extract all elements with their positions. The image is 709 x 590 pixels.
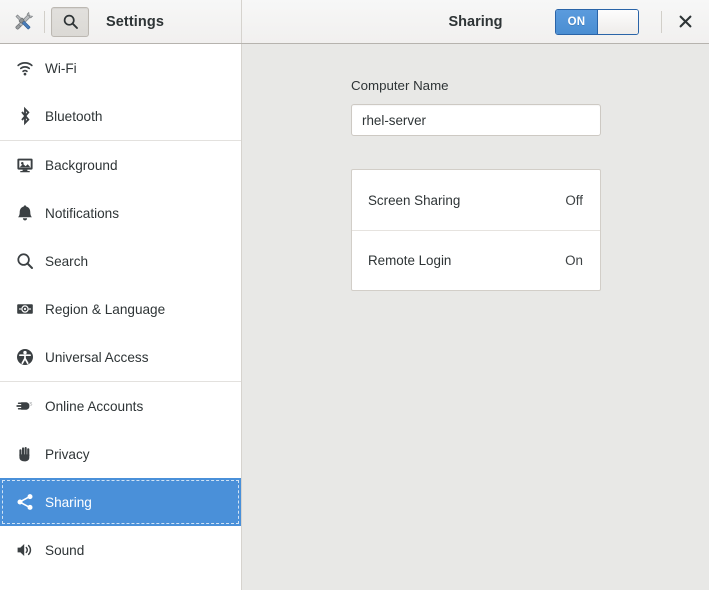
sidebar-item-label: Privacy: [45, 446, 90, 462]
svg-text:s: s: [29, 401, 32, 407]
sidebar-item-label: Online Accounts: [45, 398, 144, 414]
computer-name-value: rhel-server: [362, 112, 426, 128]
sidebar-item-label: Sharing: [45, 494, 92, 510]
sidebar-item-wifi[interactable]: Wi-Fi: [0, 44, 241, 92]
hand-icon: [14, 443, 36, 465]
row-title: Remote Login: [368, 253, 452, 268]
settings-sidebar: Wi-Fi Bluetooth Background Notifications…: [0, 44, 242, 590]
sidebar-item-label: Region & Language: [45, 301, 166, 317]
sharing-master-toggle[interactable]: ON: [555, 9, 639, 35]
accessibility-person-icon: [14, 346, 36, 368]
sidebar-item-label: Wi-Fi: [45, 60, 77, 76]
window-body: Wi-Fi Bluetooth Background Notifications…: [0, 44, 709, 590]
row-status-value: Off: [565, 192, 583, 208]
list-item-screen-sharing[interactable]: Screen Sharing Off: [352, 170, 600, 230]
bluetooth-icon: [14, 105, 36, 127]
row-title: Screen Sharing: [368, 192, 461, 208]
wifi-icon: [14, 57, 36, 79]
header-bar: Settings Sharing ON: [0, 0, 709, 44]
share-nodes-icon: [14, 491, 36, 513]
sidebar-item-privacy[interactable]: Privacy: [0, 430, 241, 478]
tools-icon: [7, 6, 39, 38]
bell-icon: [14, 202, 36, 224]
toggle-knob[interactable]: [597, 10, 638, 34]
sidebar-item-search[interactable]: Search: [0, 237, 241, 285]
header-separator: [44, 10, 45, 33]
app-title: Settings: [106, 13, 164, 30]
sidebar-item-label: Bluetooth: [45, 108, 103, 124]
sidebar-item-label: Universal Access: [45, 349, 149, 365]
sidebar-item-notifications[interactable]: Notifications: [0, 189, 241, 237]
row-status-value: On: [565, 253, 583, 268]
sharing-panel-content: Computer Name rhel-server Screen Sharing…: [242, 44, 709, 590]
sidebar-item-label: Notifications: [45, 205, 120, 221]
sidebar-item-label: Background: [45, 157, 118, 173]
sidebar-item-label: Sound: [45, 542, 85, 558]
close-icon: [679, 15, 692, 28]
search-icon: [63, 14, 78, 29]
settings-window: Settings Sharing ON Wi-Fi Bluetooth Back…: [0, 0, 709, 590]
close-button[interactable]: [662, 0, 709, 43]
sidebar-item-sharing[interactable]: Sharing: [0, 478, 241, 526]
sidebar-item-background[interactable]: Background: [0, 141, 241, 189]
search-icon: [14, 250, 36, 272]
list-item-remote-login[interactable]: Remote Login On: [352, 230, 600, 290]
speaker-icon: [14, 539, 36, 561]
header-right-section: Sharing ON: [242, 0, 709, 43]
sharing-services-list: Screen Sharing Off Remote Login On: [351, 169, 601, 291]
background-monitor-icon: [14, 154, 36, 176]
search-toggle-button[interactable]: [51, 6, 89, 37]
sidebar-item-sound[interactable]: Sound: [0, 526, 241, 574]
sidebar-item-label: Search: [45, 253, 89, 269]
toggle-on-label: ON: [556, 10, 597, 34]
flag-icon: [14, 298, 36, 320]
computer-name-input[interactable]: rhel-server: [351, 104, 601, 136]
header-left-section: Settings: [0, 0, 242, 43]
sidebar-item-universal-access[interactable]: Universal Access: [0, 333, 241, 381]
sidebar-item-region-language[interactable]: Region & Language: [0, 285, 241, 333]
plug-icon: s: [14, 395, 36, 417]
sidebar-item-online-accounts[interactable]: s Online Accounts: [0, 382, 241, 430]
computer-name-label: Computer Name: [351, 78, 449, 93]
sidebar-item-bluetooth[interactable]: Bluetooth: [0, 92, 241, 140]
